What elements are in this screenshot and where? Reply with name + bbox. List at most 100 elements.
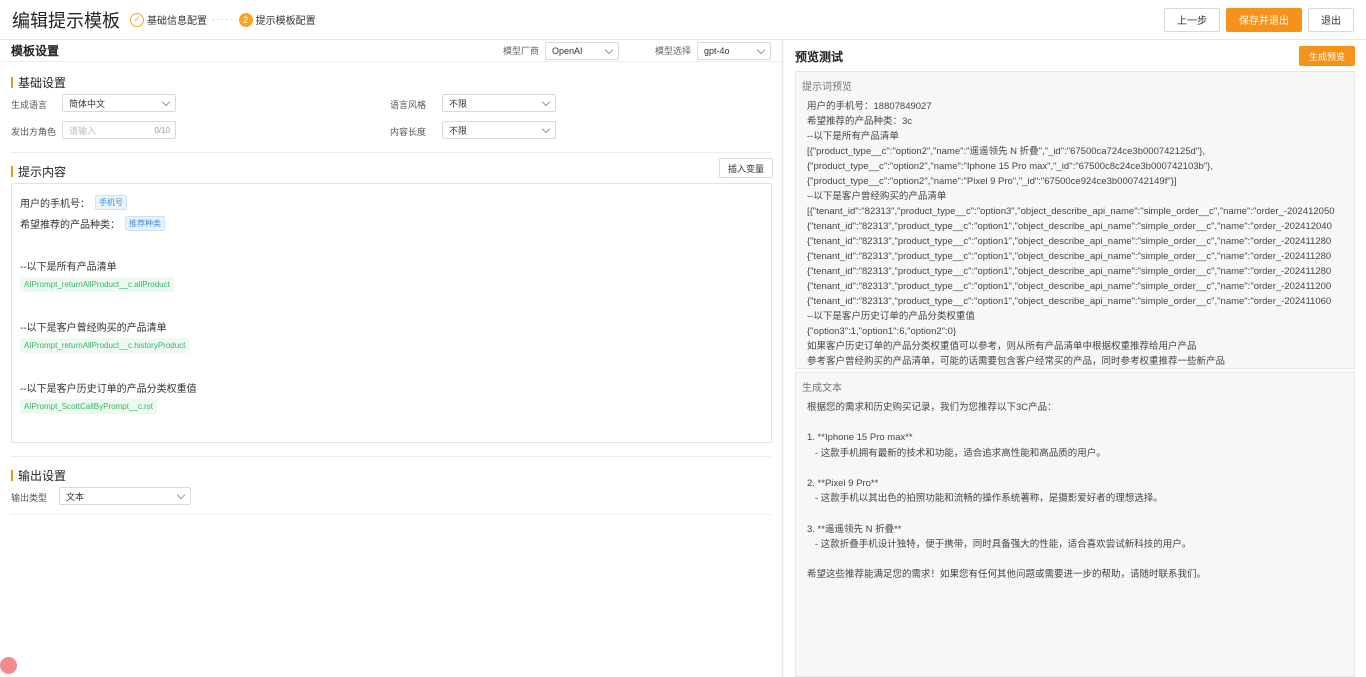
- model-value: gpt-4o: [704, 45, 730, 56]
- basic-settings-title: 基础设置: [18, 76, 67, 90]
- role-label: 发出方角色: [11, 127, 57, 137]
- kind-text: 希望推荐的产品种类：: [20, 220, 120, 231]
- section-marker: [11, 166, 13, 177]
- gen-line: 希望这些推荐能满足您的需求！如果您有任何其他问题或需要进一步的帮助，请随时联系我…: [807, 569, 1207, 581]
- prompt-line: {"tenant_id":"82313","product_type__c":"…: [807, 236, 1332, 247]
- lang-select[interactable]: 简体中文: [62, 94, 176, 112]
- generated-text-content: 根据您的需求和历史购买记录，我们为您推荐以下3C产品： 1. **Iphone …: [796, 400, 1354, 582]
- section-marker: [11, 470, 13, 481]
- preview-title: 预览测试: [795, 49, 844, 64]
- gen-line: 根据您的需求和历史购买记录，我们为您推荐以下3C产品：: [807, 402, 1057, 413]
- chevron-down-icon: [541, 97, 551, 107]
- generate-preview-button[interactable]: 生成预览: [1298, 46, 1355, 66]
- role-input[interactable]: 请输入 0/10: [62, 121, 176, 139]
- history-var-line: AIPrompt_returnAllProduct__c.historyProd…: [20, 338, 190, 353]
- model-select[interactable]: gpt-4o: [697, 41, 771, 60]
- style-select[interactable]: 不限: [442, 94, 556, 112]
- divider: [11, 514, 771, 515]
- gen-line: [807, 506, 1343, 521]
- gen-line: 1. **Iphone 15 Pro max**: [807, 432, 913, 444]
- floating-assistant-button[interactable]: [0, 657, 17, 674]
- generated-text-box: 生成文本 根据您的需求和历史购买记录，我们为您推荐以下3C产品： 1. **Ip…: [795, 372, 1355, 677]
- prompt-line: {"tenant_id":"82313","product_type__c":"…: [807, 281, 1332, 292]
- generated-text-title: 生成文本: [802, 383, 842, 394]
- weight-variable-tag[interactable]: AIPrompt_ScottCallByPrompt__c.rst: [20, 399, 157, 414]
- gen-line: - 这款手机以其出色的拍照功能和流畅的操作系统著称，是摄影爱好者的理想选择。: [807, 493, 1163, 505]
- step-label: 基础信息配置: [147, 16, 207, 27]
- prompt-line: [{"tenant_id":"82313","product_type__c":…: [807, 206, 1335, 217]
- prompt-line: --以下是所有产品清单: [807, 131, 899, 142]
- template-header: 模板设置 模型厂商 OpenAI 模型选择 gpt-4o: [0, 40, 782, 62]
- style-value: 不限: [449, 98, 468, 109]
- kind-variable-tag[interactable]: 推荐种类: [125, 216, 165, 231]
- prompt-editor[interactable]: 用户的手机号： 手机号 希望推荐的产品种类： 推荐种类 --以下是所有产品清单 …: [11, 183, 772, 443]
- preview-header: 预览测试 生成预览: [784, 40, 1366, 72]
- all-products-var-line: AIPrompt_returnAllProduct__c.allProduct: [20, 277, 174, 292]
- chevron-down-icon: [541, 124, 551, 134]
- divider: [11, 456, 771, 457]
- prompt-line: --以下是客户曾经购买的产品清单: [807, 191, 947, 202]
- vendor-value: OpenAI: [551, 45, 583, 56]
- phone-variable-tag[interactable]: 手机号: [95, 195, 127, 210]
- basic-settings-heading: 基础设置: [0, 74, 66, 91]
- role-placeholder: 请输入: [69, 125, 97, 136]
- gen-line: [807, 415, 1343, 430]
- chevron-down-icon: [756, 45, 766, 54]
- page-title: 编辑提示模板: [12, 10, 120, 31]
- gen-line: - 这款手机拥有最新的技术和功能，适合追求高性能和高品质的用户。: [807, 447, 1106, 459]
- length-select[interactable]: 不限: [442, 121, 556, 139]
- check-icon: ✓: [130, 12, 144, 27]
- step-prompt-template[interactable]: 2 提示模板配置: [238, 12, 316, 27]
- gen-line: 3. **遥遥领先 N 折叠**: [807, 523, 902, 535]
- insert-variable-button[interactable]: 插入变量: [719, 158, 774, 178]
- template-title: 模板设置: [11, 44, 60, 58]
- prompt-preview-content: 用户的手机号：18807849027 希望推荐的产品种类：3c --以下是所有产品清…: [796, 99, 1354, 368]
- gen-line: - 这款折叠手机设计独特，便于携带，同时具备强大的性能，适合喜欢尝试新科技的用户…: [807, 538, 1192, 550]
- template-panel: 模板设置 模型厂商 OpenAI 模型选择 gpt-4o 基础设置 生成语言 简…: [0, 40, 783, 677]
- history-variable-tag[interactable]: AIPrompt_returnAllProduct__c.historyProd…: [20, 338, 190, 353]
- length-value: 不限: [449, 125, 468, 136]
- step-label: 提示模板配置: [255, 16, 316, 27]
- prompt-line: [{"product_type__c":"option2","name":"遥遥…: [807, 146, 1206, 157]
- phone-line: 用户的手机号： 手机号: [20, 195, 127, 210]
- chevron-down-icon: [176, 490, 186, 500]
- gen-line: [807, 461, 1343, 476]
- vendor-label: 模型厂商: [502, 46, 539, 56]
- prompt-line: {"product_type__c":"option2","name":"Iph…: [807, 161, 1213, 172]
- prompt-line: 如果客户历史订单的产品分类权重值可以参考，则从所有产品清单中根据权重推荐给用户产…: [807, 341, 1197, 352]
- prompt-line: 用户的手机号：18807849027: [807, 101, 932, 112]
- prompt-line: --以下是客户历史订单的产品分类权重值: [807, 311, 975, 322]
- output-type-label: 输出类型: [11, 493, 48, 503]
- prompt-preview-title: 提示词预览: [802, 82, 852, 93]
- prompt-preview-box: 提示词预览 用户的手机号：18807849027 希望推荐的产品种类：3c --以下…: [795, 71, 1355, 369]
- step-basic-info[interactable]: ✓ 基础信息配置: [130, 12, 207, 27]
- phone-text: 用户的手机号：: [20, 199, 90, 210]
- model-label: 模型选择: [654, 46, 691, 56]
- all-products-variable-tag[interactable]: AIPrompt_returnAllProduct__c.allProduct: [20, 277, 174, 292]
- weight-var-line: AIPrompt_ScottCallByPrompt__c.rst: [20, 399, 157, 414]
- prompt-content-title: 提示内容: [18, 165, 67, 179]
- prompt-content-heading: 提示内容: [0, 163, 66, 180]
- output-settings-heading: 输出设置: [0, 467, 66, 484]
- save-exit-button[interactable]: 保存并退出: [1226, 7, 1302, 32]
- output-type-value: 文本: [66, 491, 85, 502]
- style-label: 语言风格: [390, 100, 427, 110]
- prompt-line: {"product_type__c":"option2","name":"Pix…: [807, 176, 1177, 187]
- exit-button[interactable]: 退出: [1308, 7, 1354, 32]
- kind-line: 希望推荐的产品种类： 推荐种类: [20, 216, 165, 231]
- weight-line: --以下是客户历史订单的产品分类权重值: [20, 384, 197, 395]
- step-connector: ·····: [212, 14, 234, 25]
- step-number: 2: [238, 12, 253, 27]
- prev-step-button[interactable]: 上一步: [1164, 7, 1220, 32]
- length-label: 内容长度: [390, 127, 427, 137]
- prompt-line: {"tenant_id":"82313","product_type__c":"…: [807, 266, 1332, 277]
- chevron-down-icon: [161, 97, 171, 107]
- all-products-line: --以下是所有产品清单: [20, 262, 117, 273]
- output-type-select[interactable]: 文本: [59, 487, 191, 505]
- history-line: --以下是客户曾经购买的产品清单: [20, 323, 167, 334]
- preview-panel: 预览测试 生成预览 提示词预览 用户的手机号：18807849027 希望推荐的产…: [784, 40, 1366, 677]
- prompt-line: {"option3":1,"option1":6,"option2":0}: [807, 326, 957, 337]
- output-settings-title: 输出设置: [18, 469, 67, 483]
- lang-value: 简体中文: [69, 98, 106, 109]
- vendor-select[interactable]: OpenAI: [544, 41, 619, 60]
